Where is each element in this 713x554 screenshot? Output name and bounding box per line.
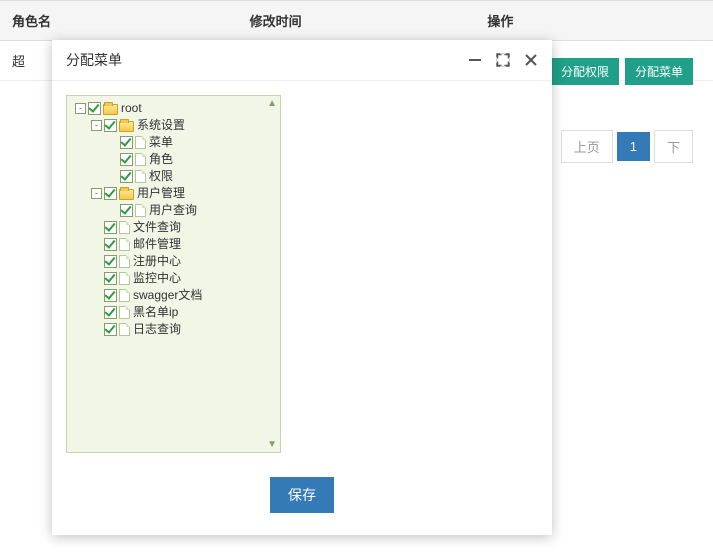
file-icon — [119, 221, 130, 234]
collapse-icon[interactable]: - — [91, 188, 102, 199]
file-icon — [119, 272, 130, 285]
file-icon — [135, 204, 146, 217]
checkbox[interactable] — [120, 153, 133, 166]
tree-node: 日志查询 — [69, 321, 278, 338]
tree-node: 角色 — [69, 151, 278, 168]
col-actions: 操作 — [475, 1, 713, 40]
checkbox[interactable] — [104, 187, 117, 200]
file-icon — [135, 153, 146, 166]
file-icon — [119, 323, 130, 336]
folder-icon — [119, 121, 134, 132]
table-header-row: 角色名 修改时间 操作 — [0, 0, 713, 41]
modal-header: 分配菜单 — [52, 40, 552, 81]
row-actions: 分配权限 分配菜单 — [551, 58, 693, 85]
tree-node-label[interactable]: 黑名单ip — [133, 304, 178, 321]
modal-title: 分配菜单 — [66, 50, 122, 70]
folder-icon — [103, 104, 118, 115]
file-icon — [119, 255, 130, 268]
tree-node-label[interactable]: 角色 — [149, 151, 173, 168]
tree-node: 邮件管理 — [69, 236, 278, 253]
tree-node-label[interactable]: 用户查询 — [149, 202, 197, 219]
modal-footer: 保存 — [52, 467, 552, 535]
checkbox[interactable] — [104, 323, 117, 336]
tree-node: 菜单 — [69, 134, 278, 151]
window-controls — [468, 53, 538, 67]
pager-prev[interactable]: 上页 — [561, 130, 613, 163]
checkbox[interactable] — [120, 136, 133, 149]
tree-node-label[interactable]: 菜单 — [149, 134, 173, 151]
checkbox[interactable] — [104, 272, 117, 285]
tree-node: - 系统设置 — [69, 117, 278, 134]
file-icon — [119, 306, 130, 319]
close-icon[interactable] — [524, 53, 538, 67]
assign-menu-modal: 分配菜单 ▲ - root - 系统设置菜单角色权限 - 用户管理用户查询文件查询邮件管理… — [52, 40, 552, 535]
tree-node: - root — [69, 100, 278, 117]
col-modify-time: 修改时间 — [238, 1, 476, 40]
checkbox[interactable] — [104, 119, 117, 132]
tree-node: 黑名单ip — [69, 304, 278, 321]
menu-tree: ▲ - root - 系统设置菜单角色权限 - 用户管理用户查询文件查询邮件管理注册中心监… — [66, 95, 281, 453]
tree-node: 权限 — [69, 168, 278, 185]
file-icon — [119, 289, 130, 302]
checkbox[interactable] — [104, 255, 117, 268]
scroll-down-icon[interactable]: ▼ — [267, 439, 277, 450]
folder-icon — [119, 189, 134, 200]
minimize-icon[interactable] — [468, 53, 482, 67]
scroll-up-icon[interactable]: ▲ — [267, 98, 277, 109]
tree-node-label[interactable]: 邮件管理 — [133, 236, 181, 253]
file-icon — [135, 170, 146, 183]
tree-node: 监控中心 — [69, 270, 278, 287]
tree-node-label[interactable]: 系统设置 — [137, 117, 185, 134]
checkbox[interactable] — [104, 306, 117, 319]
tree-node-label[interactable]: swagger文档 — [133, 287, 202, 304]
checkbox[interactable] — [104, 289, 117, 302]
tree-node-label[interactable]: root — [121, 100, 142, 117]
pager-page-1[interactable]: 1 — [617, 132, 650, 161]
file-icon — [135, 136, 146, 149]
checkbox[interactable] — [120, 204, 133, 217]
collapse-icon[interactable]: - — [75, 103, 86, 114]
col-role-name: 角色名 — [0, 1, 238, 40]
assign-permission-button[interactable]: 分配权限 — [551, 58, 619, 85]
assign-menu-button[interactable]: 分配菜单 — [625, 58, 693, 85]
maximize-icon[interactable] — [496, 53, 510, 67]
tree-node: 注册中心 — [69, 253, 278, 270]
tree-node: 用户查询 — [69, 202, 278, 219]
file-icon — [119, 238, 130, 251]
tree-node-label[interactable]: 监控中心 — [133, 270, 181, 287]
tree-node: swagger文档 — [69, 287, 278, 304]
checkbox[interactable] — [120, 170, 133, 183]
checkbox[interactable] — [104, 221, 117, 234]
tree-node-label[interactable]: 用户管理 — [137, 185, 185, 202]
tree-node-label[interactable]: 日志查询 — [133, 321, 181, 338]
tree-node-label[interactable]: 注册中心 — [133, 253, 181, 270]
checkbox[interactable] — [88, 102, 101, 115]
pagination: 上页 1 下 — [561, 130, 693, 163]
checkbox[interactable] — [104, 238, 117, 251]
tree-node: - 用户管理 — [69, 185, 278, 202]
collapse-icon[interactable]: - — [91, 120, 102, 131]
tree-node-label[interactable]: 文件查询 — [133, 219, 181, 236]
tree-node: 文件查询 — [69, 219, 278, 236]
save-button[interactable]: 保存 — [270, 477, 334, 513]
pager-next[interactable]: 下 — [654, 130, 693, 163]
tree-node-label[interactable]: 权限 — [149, 168, 173, 185]
